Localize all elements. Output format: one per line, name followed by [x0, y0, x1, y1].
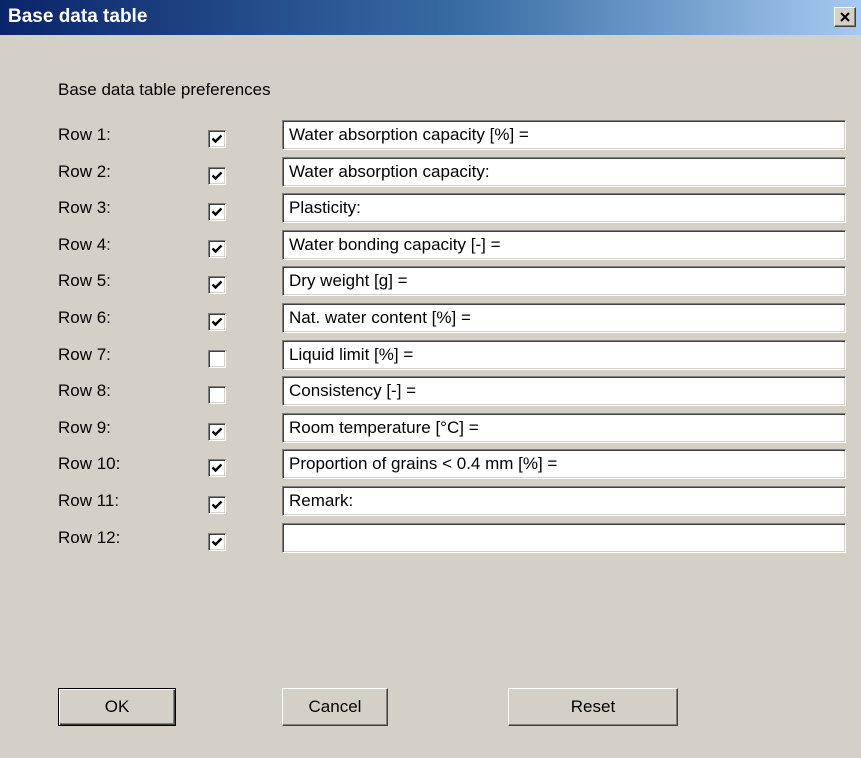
row-text-field[interactable]: Water bonding capacity [-] = [282, 230, 846, 260]
reset-button[interactable]: Reset [508, 688, 678, 726]
row-checkbox[interactable] [208, 167, 226, 185]
close-button[interactable] [834, 7, 856, 27]
table-row: Row 6: Nat. water content [%] = [0, 303, 861, 335]
row-label: Row 9: [58, 418, 111, 437]
table-row: Row 11: Remark: [0, 486, 861, 518]
row-checkbox[interactable] [208, 533, 226, 551]
ok-button[interactable]: OK [58, 688, 176, 726]
row-label: Row 11: [58, 491, 120, 510]
row-checkbox[interactable] [208, 350, 226, 368]
row-text-field[interactable]: Remark: [282, 486, 846, 516]
row-label: Row 4: [58, 235, 111, 254]
group-caption: Base data table preferences [58, 80, 271, 99]
row-text-field[interactable]: Dry weight [g] = [282, 266, 846, 296]
row-text-field[interactable]: Room temperature [°C] = [282, 413, 846, 443]
table-row: Row 1: Water absorption capacity [%] = [0, 120, 861, 152]
title-bar[interactable]: Base data table [0, 0, 861, 35]
row-checkbox[interactable] [208, 459, 226, 477]
checkmark-icon [211, 207, 223, 217]
checkmark-icon [211, 244, 223, 254]
checkmark-icon [211, 500, 223, 510]
row-text-field[interactable]: Consistency [-] = [282, 376, 846, 406]
cancel-button[interactable]: Cancel [282, 688, 388, 726]
table-row: Row 12: [0, 523, 861, 555]
row-label: Row 7: [58, 345, 111, 364]
row-text-field[interactable]: Water absorption capacity [%] = [282, 120, 846, 150]
table-row: Row 8: Consistency [-] = [0, 376, 861, 408]
row-label: Row 2: [58, 162, 111, 181]
row-label: Row 10: [58, 454, 121, 473]
row-label: Row 6: [58, 308, 111, 327]
row-text-field[interactable]: Nat. water content [%] = [282, 303, 846, 333]
row-checkbox[interactable] [208, 423, 226, 441]
checkmark-icon [211, 134, 223, 144]
row-label: Row 8: [58, 381, 111, 400]
row-label: Row 1: [58, 125, 111, 144]
checkmark-icon [211, 463, 223, 473]
row-text-field[interactable]: Liquid limit [%] = [282, 340, 846, 370]
close-icon [840, 12, 850, 22]
table-row: Row 10: Proportion of grains < 0.4 mm [%]… [0, 449, 861, 481]
checkmark-icon [211, 537, 223, 547]
table-row: Row 3: Plasticity: [0, 193, 861, 225]
row-text-field[interactable]: Water absorption capacity: [282, 157, 846, 187]
row-checkbox[interactable] [208, 276, 226, 294]
window-title: Base data table [8, 6, 148, 27]
row-checkbox[interactable] [208, 496, 226, 514]
row-checkbox[interactable] [208, 313, 226, 331]
row-checkbox[interactable] [208, 203, 226, 221]
row-label: Row 5: [58, 271, 111, 290]
row-label: Row 3: [58, 198, 111, 217]
row-text-field[interactable]: Plasticity: [282, 193, 846, 223]
checkmark-icon [211, 280, 223, 290]
table-row: Row 4: Water bonding capacity [-] = [0, 230, 861, 262]
table-row: Row 2: Water absorption capacity: [0, 157, 861, 189]
table-row: Row 9: Room temperature [°C] = [0, 413, 861, 445]
row-text-field[interactable] [282, 523, 846, 553]
checkmark-icon [211, 427, 223, 437]
row-text-field[interactable]: Proportion of grains < 0.4 mm [%] = [282, 449, 846, 479]
table-row: Row 5: Dry weight [g] = [0, 266, 861, 298]
row-checkbox[interactable] [208, 130, 226, 148]
base-data-table-dialog: Base data table Base data table preferen… [0, 0, 861, 758]
row-label: Row 12: [58, 528, 121, 547]
table-row: Row 7: Liquid limit [%] = [0, 340, 861, 372]
checkmark-icon [211, 317, 223, 327]
row-checkbox[interactable] [208, 240, 226, 258]
row-checkbox[interactable] [208, 386, 226, 404]
checkmark-icon [211, 171, 223, 181]
